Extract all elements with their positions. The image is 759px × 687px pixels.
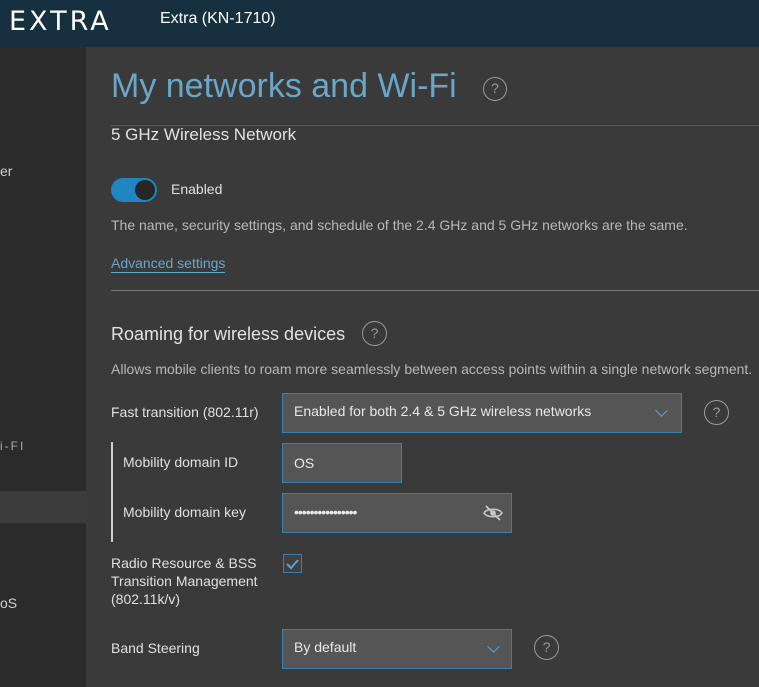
eye-off-icon[interactable] bbox=[483, 505, 503, 521]
fast-transition-select[interactable]: Enabled for both 2.4 & 5 GHz wireless ne… bbox=[282, 393, 682, 433]
band-steering-select[interactable]: By default bbox=[282, 629, 512, 669]
sidebar-item-wifi[interactable]: i-FI bbox=[0, 439, 25, 453]
mobility-domain-key-label: Mobility domain key bbox=[123, 504, 246, 520]
sidebar-item-active[interactable] bbox=[0, 491, 86, 523]
toggle-knob bbox=[135, 180, 155, 200]
network-note: The name, security settings, and schedul… bbox=[111, 217, 688, 233]
network-subtitle: 5 GHz Wireless Network bbox=[111, 125, 297, 144]
rrm-label-line-2: Transition Management bbox=[111, 573, 258, 589]
sidebar-item-qos[interactable]: oS bbox=[0, 595, 17, 611]
mobility-domain-id-value: OS bbox=[294, 455, 315, 471]
rrm-label-line-1: Radio Resource & BSS bbox=[111, 555, 257, 571]
toggle-label: Enabled bbox=[171, 181, 223, 197]
sidebar-item-1[interactable]: er bbox=[0, 163, 12, 179]
band-steering-label: Band Steering bbox=[111, 640, 200, 656]
top-bar: EXTRA Extra (KN-1710) bbox=[0, 0, 759, 47]
mobility-domain-id-label: Mobility domain ID bbox=[123, 454, 239, 470]
fast-transition-value: Enabled for both 2.4 & 5 GHz wireless ne… bbox=[294, 403, 592, 419]
help-icon[interactable]: ? bbox=[483, 77, 507, 101]
section-divider bbox=[111, 290, 759, 291]
mobility-domain-id-input[interactable]: OS bbox=[282, 443, 402, 483]
roaming-description: Allows mobile clients to roam more seaml… bbox=[111, 361, 753, 377]
advanced-settings-link[interactable]: Advanced settings bbox=[111, 255, 226, 273]
page-title: My networks and Wi-Fi bbox=[111, 67, 457, 105]
sidebar: er i-FI oS bbox=[0, 47, 86, 687]
check-icon bbox=[286, 559, 299, 570]
mobility-domain-key-input[interactable]: •••••••••••••••• bbox=[282, 493, 512, 533]
band-steering-value: By default bbox=[294, 639, 357, 655]
fast-transition-label: Fast transition (802.11r) bbox=[111, 404, 259, 420]
mobility-domain-key-value: •••••••••••••••• bbox=[294, 504, 357, 520]
rrm-checkbox[interactable] bbox=[283, 554, 302, 573]
device-name: Extra (KN-1710) bbox=[160, 10, 276, 27]
mobility-group-line bbox=[111, 442, 113, 542]
roaming-help-icon[interactable]: ? bbox=[362, 321, 387, 346]
roaming-title: Roaming for wireless devices bbox=[111, 324, 346, 344]
main-content: My networks and Wi-Fi ? 5 GHz Wireless N… bbox=[86, 47, 759, 687]
fast-transition-help-icon[interactable]: ? bbox=[704, 400, 729, 425]
rrm-label: Radio Resource & BSS Transition Manageme… bbox=[111, 554, 258, 608]
chevron-down-icon bbox=[487, 640, 500, 653]
band-steering-help-icon[interactable]: ? bbox=[534, 635, 559, 660]
rrm-label-line-3: (802.11k/v) bbox=[111, 591, 180, 607]
network-enabled-toggle[interactable] bbox=[111, 178, 157, 202]
brand-logo[interactable]: EXTRA bbox=[9, 6, 112, 37]
chevron-down-icon bbox=[655, 404, 668, 417]
